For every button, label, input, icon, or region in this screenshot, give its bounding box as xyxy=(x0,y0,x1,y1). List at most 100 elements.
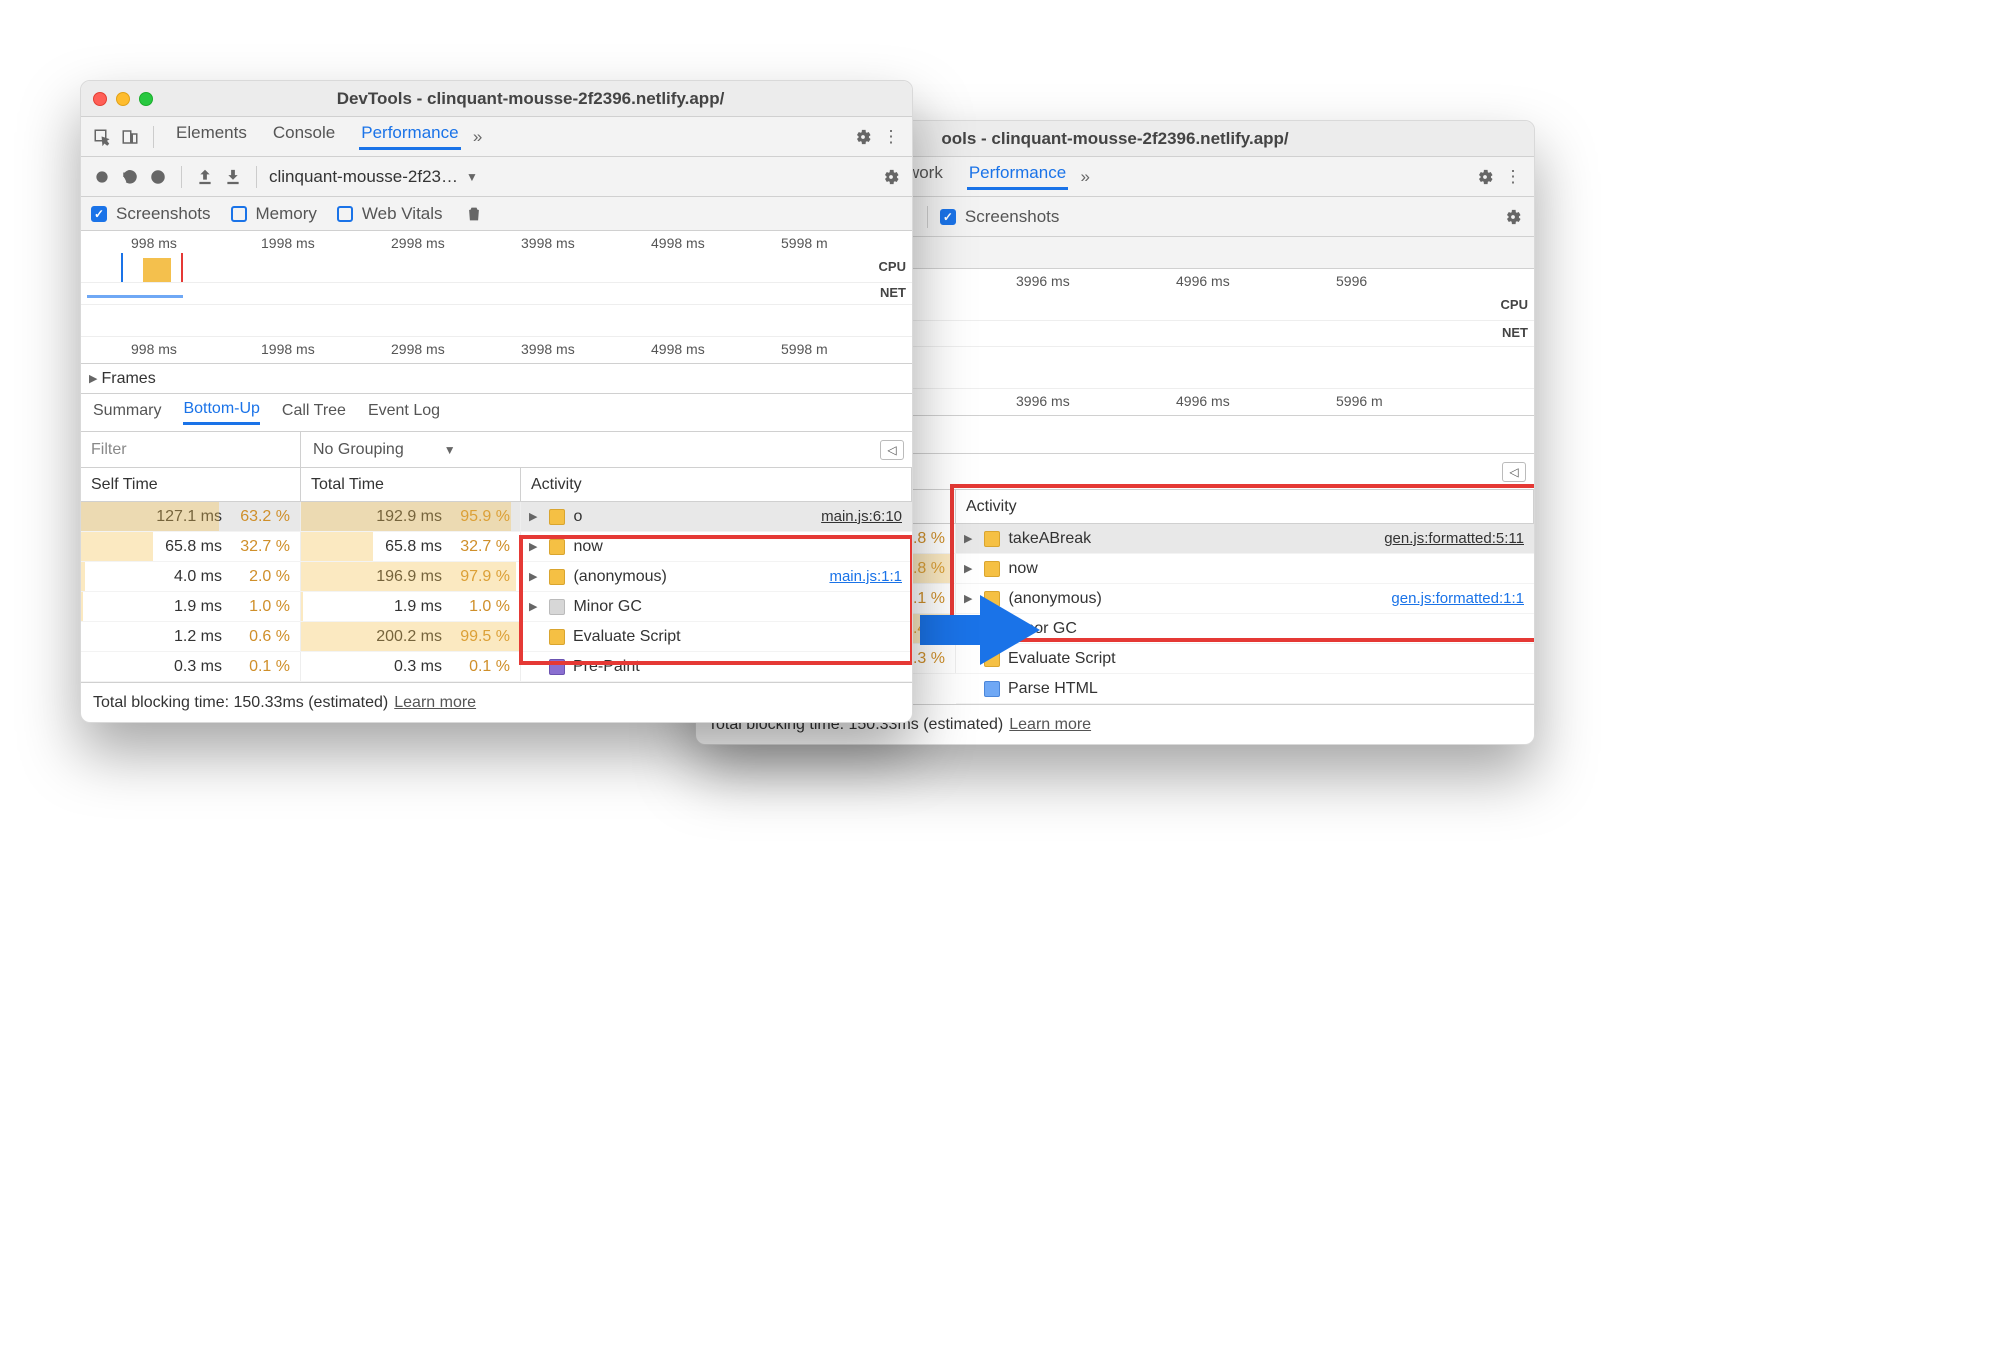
activity-cell[interactable]: ▶ (anonymous)gen.js:formatted:1:1 xyxy=(956,584,1534,613)
download-icon[interactable] xyxy=(222,166,244,188)
collapse-icon[interactable]: ◁ xyxy=(1502,462,1526,482)
filter-input[interactable]: Filter xyxy=(81,432,301,467)
screenshots-checkbox[interactable]: Screenshots xyxy=(940,207,1060,227)
activity-row[interactable]: ▶ Minor GC xyxy=(956,614,1534,644)
col-total-time[interactable]: Total Time xyxy=(301,468,521,501)
subtab-event-log[interactable]: Event Log xyxy=(368,402,440,424)
expand-icon[interactable]: ▶ xyxy=(964,562,972,575)
time-cell: 0.3 ms0.1 % xyxy=(301,652,521,681)
activity-row[interactable]: 1.2 ms0.6 % 200.2 ms99.5 % Evaluate Scri… xyxy=(81,622,912,652)
activity-color-icon xyxy=(984,531,1000,547)
settings-icon[interactable] xyxy=(1474,166,1496,188)
device-toggle-icon[interactable] xyxy=(119,126,141,148)
devtools-window-left: DevTools - clinquant-mousse-2f2396.netli… xyxy=(80,80,913,723)
bottom-subtabs: Summary Bottom-Up Call Tree Event Log xyxy=(81,394,912,432)
activity-cell[interactable]: ▶ (anonymous)main.js:1:1 xyxy=(521,562,912,591)
activity-row[interactable]: 4.0 ms2.0 % 196.9 ms97.9 % ▶ (anonymous)… xyxy=(81,562,912,592)
activity-cell[interactable]: ▶ now xyxy=(956,554,1534,583)
time-tick: 3996 ms xyxy=(1016,393,1070,409)
activity-row[interactable]: 1.9 ms1.0 % 1.9 ms1.0 % ▶ Minor GC xyxy=(81,592,912,622)
learn-more-link[interactable]: Learn more xyxy=(1009,716,1091,734)
activity-cell[interactable]: ▶ Minor GC xyxy=(521,592,912,621)
activity-row[interactable]: ▶ takeABreakgen.js:formatted:5:11 xyxy=(956,524,1534,554)
time-cell: 127.1 ms63.2 % xyxy=(81,502,301,531)
settings-icon[interactable] xyxy=(1502,206,1524,228)
expand-icon[interactable]: ▶ xyxy=(529,600,537,613)
blocking-time-text: Total blocking time: 150.33ms (estimated… xyxy=(93,694,388,712)
reload-icon[interactable] xyxy=(119,166,141,188)
subtab-summary[interactable]: Summary xyxy=(93,402,161,424)
activity-cell[interactable]: Pre-Paint xyxy=(521,652,912,681)
expand-icon[interactable]: ▶ xyxy=(529,540,537,553)
trash-icon[interactable] xyxy=(463,203,485,225)
activity-cell[interactable]: ▶ Minor GC xyxy=(956,614,1534,643)
column-headers: Self Time Total Time Activity xyxy=(81,468,912,502)
activity-cell[interactable]: ▶ now xyxy=(521,532,912,561)
expand-icon[interactable]: ▶ xyxy=(964,532,972,545)
grouping-select[interactable]: No Grouping xyxy=(313,441,404,459)
col-activity[interactable]: Activity xyxy=(521,468,912,501)
col-activity[interactable]: Activity xyxy=(956,490,1534,523)
source-link[interactable]: gen.js:formatted:1:1 xyxy=(1391,590,1534,607)
source-link[interactable]: main.js:1:1 xyxy=(829,568,912,585)
subtab-bottom-up[interactable]: Bottom-Up xyxy=(183,400,259,425)
tab-console[interactable]: Console xyxy=(271,123,337,150)
activity-cell[interactable]: Evaluate Script xyxy=(521,622,912,651)
kebab-icon[interactable]: ⋮ xyxy=(1502,166,1524,188)
kebab-icon[interactable]: ⋮ xyxy=(880,126,902,148)
activity-row[interactable]: Parse HTML xyxy=(956,674,1534,704)
inspect-icon[interactable] xyxy=(91,126,113,148)
screenshots-checkbox[interactable]: Screenshots xyxy=(91,204,211,224)
activity-row[interactable]: 0.3 ms0.1 % 0.3 ms0.1 % Pre-Paint xyxy=(81,652,912,682)
time-tick: 2998 ms xyxy=(391,341,445,357)
target-select[interactable]: clinquant-mousse-2f23…▼ xyxy=(269,167,478,187)
expand-icon[interactable]: ▶ xyxy=(529,570,537,583)
more-tabs-icon[interactable]: » xyxy=(1074,166,1096,188)
activity-color-icon xyxy=(984,561,1000,577)
activity-row[interactable]: 65.8 ms32.7 % 65.8 ms32.7 % ▶ now xyxy=(81,532,912,562)
record-icon[interactable] xyxy=(91,166,113,188)
tab-elements[interactable]: Elements xyxy=(174,123,249,150)
activity-row[interactable]: ▶ now xyxy=(956,554,1534,584)
web-vitals-checkbox[interactable]: Web Vitals xyxy=(337,204,443,224)
time-tick: 3998 ms xyxy=(521,235,575,251)
activity-row[interactable]: 127.1 ms63.2 % 192.9 ms95.9 % ▶ omain.js… xyxy=(81,502,912,532)
activity-cell[interactable]: ▶ takeABreakgen.js:formatted:5:11 xyxy=(956,524,1534,553)
subtab-call-tree[interactable]: Call Tree xyxy=(282,402,346,424)
activity-color-icon xyxy=(549,569,565,585)
time-cell: 1.9 ms1.0 % xyxy=(81,592,301,621)
frames-label: Frames xyxy=(101,370,155,388)
net-label: NET xyxy=(880,285,906,300)
titlebar[interactable]: DevTools - clinquant-mousse-2f2396.netli… xyxy=(81,81,912,117)
close-window-icon[interactable] xyxy=(93,92,107,106)
timeline-overview[interactable]: 998 ms 1998 ms 2998 ms 3998 ms 4998 ms 5… xyxy=(81,231,912,364)
time-tick: 4998 ms xyxy=(651,341,705,357)
more-tabs-icon[interactable]: » xyxy=(467,126,489,148)
activity-cell[interactable]: Parse HTML xyxy=(956,674,1534,703)
time-tick: 3996 ms xyxy=(1016,273,1070,289)
time-cell: 0.3 ms0.1 % xyxy=(81,652,301,681)
settings-icon[interactable] xyxy=(852,126,874,148)
minimize-window-icon[interactable] xyxy=(116,92,130,106)
activity-row[interactable]: ▶ (anonymous)gen.js:formatted:1:1 xyxy=(956,584,1534,614)
learn-more-link[interactable]: Learn more xyxy=(394,694,476,712)
filter-row: Filter No Grouping▼ ◁ xyxy=(81,432,912,468)
tab-performance[interactable]: Performance xyxy=(967,163,1068,190)
expand-icon[interactable]: ▶ xyxy=(529,510,537,523)
settings-icon[interactable] xyxy=(880,166,902,188)
tab-performance[interactable]: Performance xyxy=(359,123,460,150)
activity-row[interactable]: Evaluate Script xyxy=(956,644,1534,674)
window-title: DevTools - clinquant-mousse-2f2396.netli… xyxy=(161,89,900,109)
activity-color-icon xyxy=(549,599,565,615)
frames-row[interactable]: ▶Frames xyxy=(81,364,912,394)
source-link[interactable]: main.js:6:10 xyxy=(821,508,912,525)
col-self-time[interactable]: Self Time xyxy=(81,468,301,501)
upload-icon[interactable] xyxy=(194,166,216,188)
memory-checkbox[interactable]: Memory xyxy=(231,204,317,224)
activity-cell[interactable]: Evaluate Script xyxy=(956,644,1534,673)
clear-icon[interactable] xyxy=(147,166,169,188)
collapse-icon[interactable]: ◁ xyxy=(880,440,904,460)
maximize-window-icon[interactable] xyxy=(139,92,153,106)
source-link[interactable]: gen.js:formatted:5:11 xyxy=(1384,530,1534,547)
activity-cell[interactable]: ▶ omain.js:6:10 xyxy=(521,502,912,531)
